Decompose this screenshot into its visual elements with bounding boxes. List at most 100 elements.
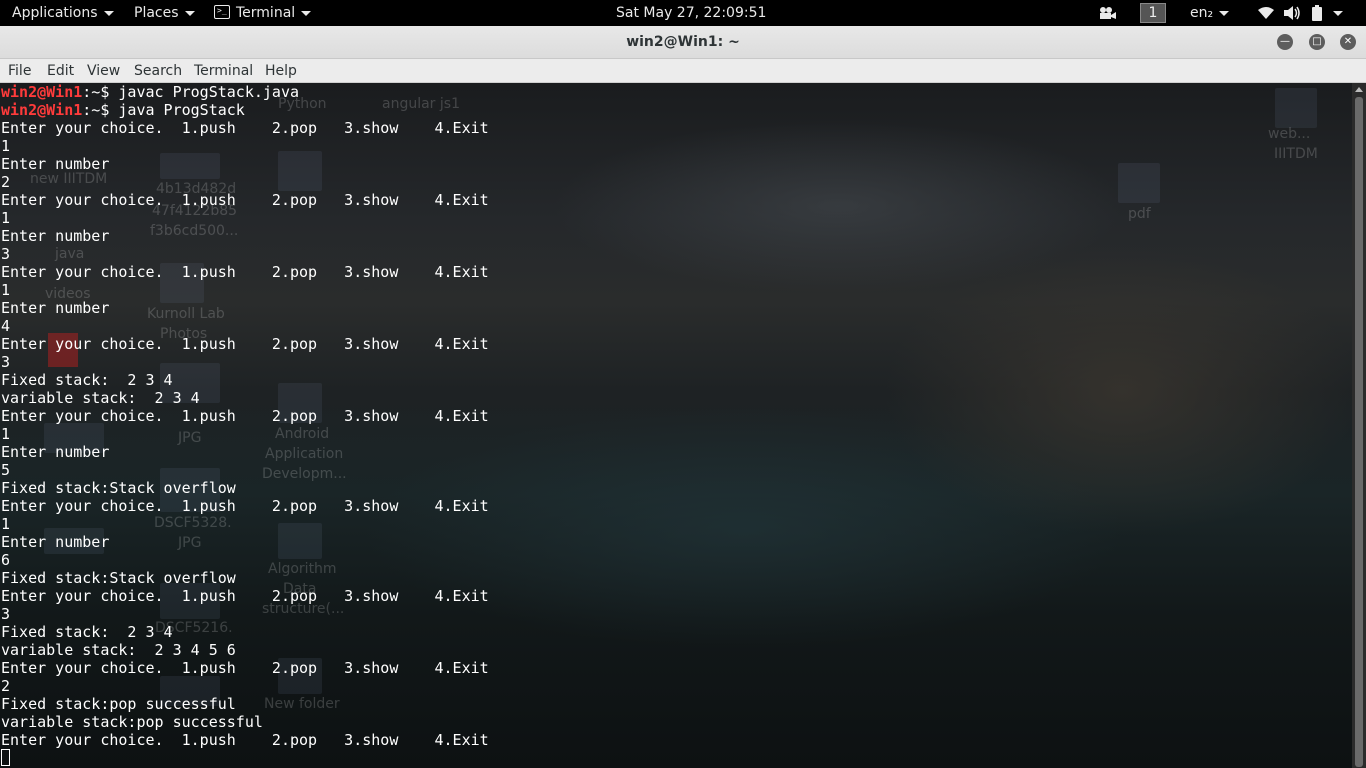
minimize-icon: —: [1280, 36, 1290, 47]
terminal-line: Enter your choice. 1.push 2.pop 3.show 4…: [1, 263, 489, 281]
terminal-line: Fixed stack:Stack overflow: [1, 479, 489, 497]
output-text: Enter your choice. 1.push 2.pop 3.show 4…: [1, 731, 489, 749]
terminal-line: win2@Win1:~$ javac ProgStack.java: [1, 83, 489, 101]
output-text: Enter your choice. 1.push 2.pop 3.show 4…: [1, 497, 489, 515]
maximize-button[interactable]: □: [1309, 34, 1325, 50]
output-text: Enter your choice. 1.push 2.pop 3.show 4…: [1, 407, 489, 425]
workspace-indicator: 1: [1140, 3, 1166, 23]
close-button[interactable]: ✕: [1340, 34, 1356, 50]
system-menu[interactable]: [1258, 0, 1344, 26]
output-text: variable stack: 2 3 4 5 6: [1, 641, 236, 659]
terminal-line: Enter your choice. 1.push 2.pop 3.show 4…: [1, 497, 489, 515]
output-text: Fixed stack:Stack overflow: [1, 479, 236, 497]
menu-file[interactable]: File: [8, 59, 31, 83]
prompt-command: javac ProgStack.java: [109, 83, 300, 101]
output-text: variable stack:pop successful: [1, 713, 263, 731]
terminal-app-menu[interactable]: >_ Terminal: [214, 0, 312, 26]
terminal-line: Enter number: [1, 443, 489, 461]
output-text: Enter number: [1, 443, 110, 461]
output-text: Enter your choice. 1.push 2.pop 3.show 4…: [1, 659, 489, 677]
terminal-line: Enter your choice. 1.push 2.pop 3.show 4…: [1, 659, 489, 677]
folder-icon: [1275, 88, 1317, 128]
terminal-line: Enter number: [1, 299, 489, 317]
menu-bar: File Edit View Search Terminal Help: [0, 59, 1366, 83]
scrollbar-thumb[interactable]: [1355, 97, 1363, 767]
terminal-line: 4: [1, 317, 489, 335]
terminal-line: Enter number: [1, 155, 489, 173]
output-text: Enter your choice. 1.push 2.pop 3.show 4…: [1, 119, 489, 137]
output-text: 1: [1, 209, 11, 227]
output-text: Enter your choice. 1.push 2.pop 3.show 4…: [1, 587, 489, 605]
menu-help[interactable]: Help: [265, 59, 297, 83]
output-text: Enter number: [1, 155, 110, 173]
clock[interactable]: Sat May 27, 22:09:51: [616, 0, 766, 26]
menu-edit[interactable]: Edit: [47, 59, 74, 83]
terminal-line: 1: [1, 425, 489, 443]
output-text: Enter your choice. 1.push 2.pop 3.show 4…: [1, 191, 489, 209]
window-title: win2@Win1: ~: [626, 34, 740, 50]
output-text: variable stack: 2 3 4: [1, 389, 200, 407]
terminal-scrollbar[interactable]: [1352, 83, 1366, 768]
applications-menu[interactable]: Applications: [12, 0, 114, 26]
output-text: 1: [1, 281, 11, 299]
terminal-line: Enter your choice. 1.push 2.pop 3.show 4…: [1, 191, 489, 209]
output-text: 2: [1, 173, 11, 191]
folder-icon: [1118, 163, 1160, 203]
output-text: 3: [1, 605, 11, 623]
menu-view[interactable]: View: [87, 59, 120, 83]
output-text: Enter your choice. 1.push 2.pop 3.show 4…: [1, 335, 489, 353]
menu-search[interactable]: Search: [134, 59, 182, 83]
terminal-line: Fixed stack:pop successful: [1, 695, 489, 713]
terminal-line: 1: [1, 515, 489, 533]
applications-label: Applications: [12, 5, 98, 21]
prompt-command: java ProgStack: [109, 101, 245, 119]
output-text: 2: [1, 677, 11, 695]
output-text: Enter number: [1, 533, 110, 551]
terminal-line: 2: [1, 677, 489, 695]
output-text: Fixed stack:pop successful: [1, 695, 236, 713]
chevron-down-icon: [103, 10, 114, 16]
scroll-up-icon[interactable]: [1355, 87, 1363, 92]
chevron-down-icon: [1219, 10, 1230, 16]
terminal-line: 1: [1, 137, 489, 155]
video-camera-icon[interactable]: [1098, 0, 1118, 26]
terminal-app-label: Terminal: [236, 5, 296, 21]
terminal-line: Fixed stack: 2 3 4: [1, 623, 489, 641]
window-titlebar[interactable]: win2@Win1: ~ — □ ✕: [0, 26, 1366, 59]
workspace-switcher[interactable]: 1: [1140, 0, 1166, 26]
chevron-down-icon: [1333, 10, 1344, 16]
prompt-suffix: :~$: [82, 83, 110, 101]
terminal-line: 1: [1, 281, 489, 299]
output-text: 3: [1, 353, 11, 371]
terminal-text: win2@Win1:~$ javac ProgStack.java win2@Wi…: [1, 83, 489, 767]
terminal-window: win2@Win1: ~ — □ ✕ File Edit View Search…: [0, 26, 1366, 768]
chevron-down-icon: [301, 10, 312, 16]
terminal-line: [1, 749, 489, 767]
places-menu[interactable]: Places: [134, 0, 195, 26]
terminal-line: 1: [1, 209, 489, 227]
wifi-icon: [1258, 5, 1278, 21]
minimize-button[interactable]: —: [1277, 34, 1293, 50]
terminal-line: Enter your choice. 1.push 2.pop 3.show 4…: [1, 587, 489, 605]
output-text: 1: [1, 137, 11, 155]
output-text: Enter your choice. 1.push 2.pop 3.show 4…: [1, 263, 489, 281]
terminal-line: 5: [1, 461, 489, 479]
prompt-user: win2@Win1: [1, 83, 83, 101]
terminal-line: 3: [1, 245, 489, 263]
output-text: 1: [1, 425, 11, 443]
output-text: Enter number: [1, 299, 110, 317]
desktop-label: web...: [1268, 126, 1311, 142]
output-text: 5: [1, 461, 11, 479]
close-icon: ✕: [1343, 36, 1353, 47]
terminal-output-area[interactable]: web... IIITDM Python angular js1 new III…: [0, 83, 1352, 768]
desktop-label: IIITDM: [1274, 146, 1318, 162]
output-text: 3: [1, 245, 11, 263]
text-cursor: [1, 749, 10, 766]
terminal-line: 6: [1, 551, 489, 569]
terminal-line: Enter your choice. 1.push 2.pop 3.show 4…: [1, 335, 489, 353]
menu-terminal[interactable]: Terminal: [194, 59, 253, 83]
output-text: 1: [1, 515, 11, 533]
terminal-line: Fixed stack: 2 3 4: [1, 371, 489, 389]
language-menu[interactable]: en₂: [1190, 0, 1230, 26]
terminal-line: Enter your choice. 1.push 2.pop 3.show 4…: [1, 731, 489, 749]
